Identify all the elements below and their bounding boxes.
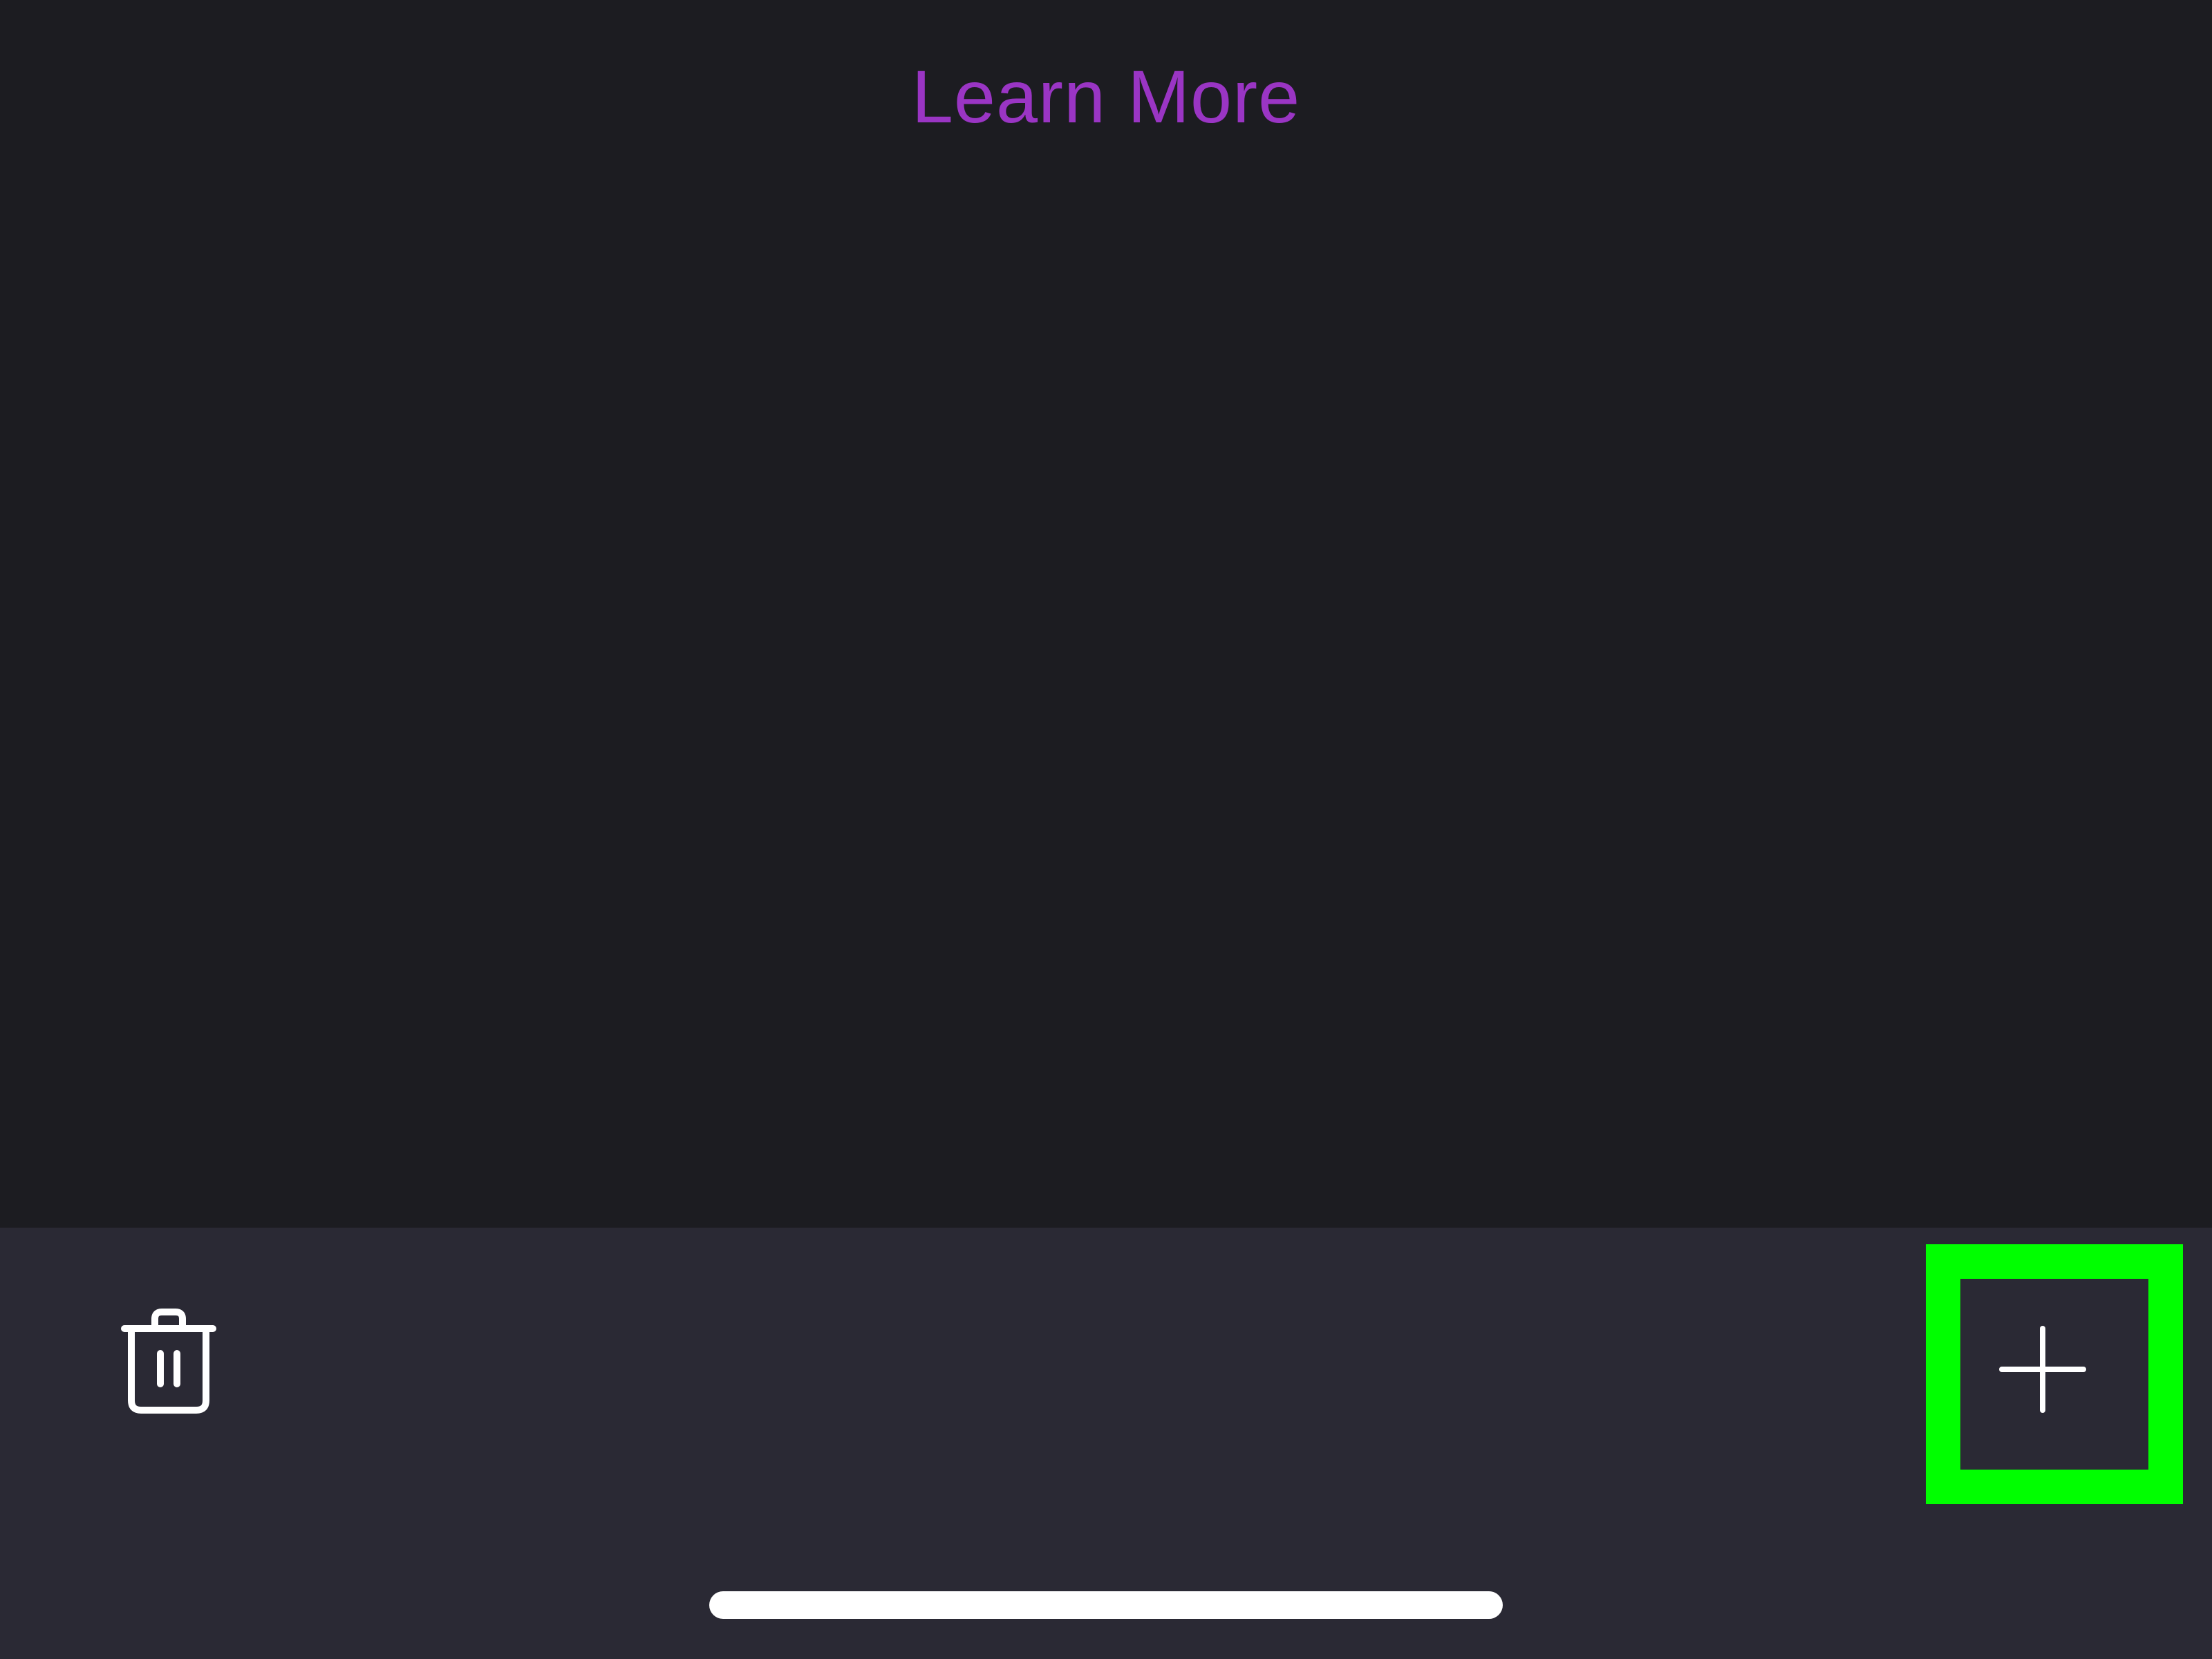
- plus-icon: [1999, 1326, 2086, 1413]
- learn-more-link[interactable]: Learn More: [0, 53, 2212, 141]
- bottom-toolbar: [0, 1228, 2212, 1659]
- add-button[interactable]: [1991, 1318, 2094, 1421]
- app-screen: Learn More: [0, 0, 2212, 1659]
- main-content: Learn More: [0, 0, 2212, 1228]
- home-indicator[interactable]: [709, 1591, 1503, 1619]
- trash-icon: [121, 1309, 216, 1414]
- delete-button[interactable]: [112, 1304, 225, 1417]
